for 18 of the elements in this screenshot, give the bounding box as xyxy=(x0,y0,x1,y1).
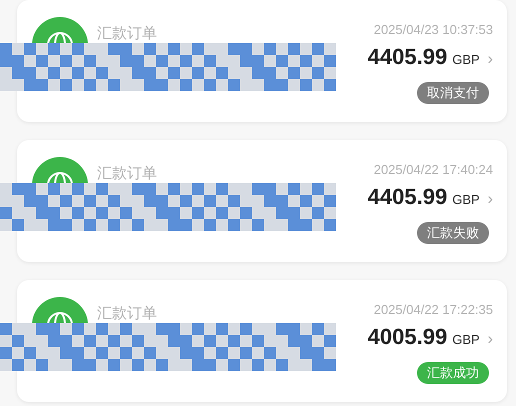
chevron-icon: › xyxy=(488,332,493,348)
order-title: 汇款订单 xyxy=(97,165,157,182)
chevron-icon: › xyxy=(488,192,493,208)
order-title: 汇款订单 xyxy=(97,305,157,322)
chevron-icon: › xyxy=(488,52,493,68)
order-time: 2025/04/22 17:22:35 xyxy=(374,303,493,316)
status-badge: 取消支付 xyxy=(417,82,489,104)
order-time: 2025/04/22 17:40:24 xyxy=(374,163,493,176)
order-amount: 4405.99 xyxy=(368,186,448,208)
currency-label: GBP xyxy=(452,193,480,206)
order-title: 汇款订单 xyxy=(97,25,157,42)
status-badge: 汇款成功 xyxy=(417,362,489,384)
order-amount: 4005.99 xyxy=(368,326,448,348)
currency-label: GBP xyxy=(452,53,480,66)
order-amount: 4405.99 xyxy=(368,46,448,68)
currency-label: GBP xyxy=(452,333,480,346)
order-time: 2025/04/23 10:37:53 xyxy=(374,23,493,36)
status-badge: 汇款失败 xyxy=(417,222,489,244)
